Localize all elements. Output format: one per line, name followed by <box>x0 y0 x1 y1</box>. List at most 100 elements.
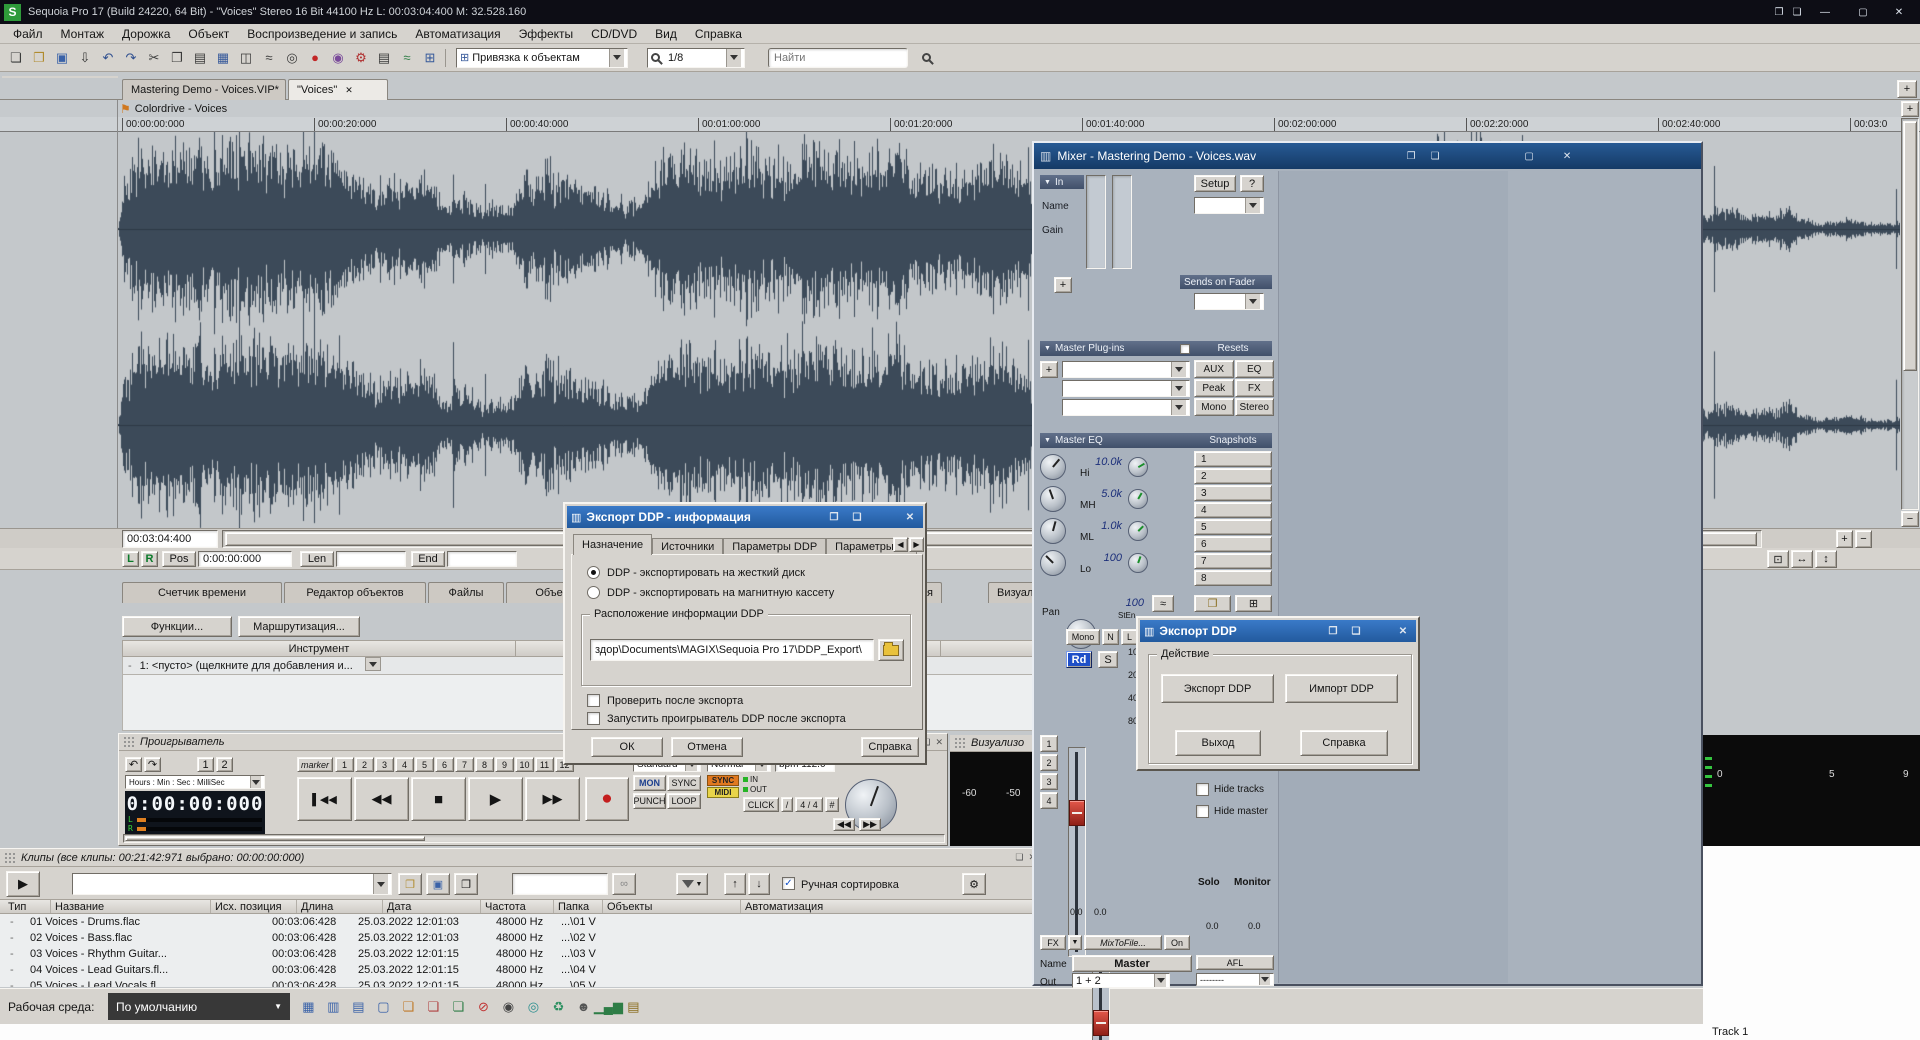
layout-rows-icon[interactable]: ▤ <box>348 997 368 1017</box>
exit-button[interactable]: Выход <box>1175 730 1261 756</box>
window-red-icon[interactable]: ❏ <box>423 997 443 1017</box>
fx-dropdown-button[interactable]: ▼ <box>1068 935 1082 950</box>
master-plugins-header[interactable]: ▼Master Plug-ins <box>1040 341 1194 356</box>
nudge-right-button[interactable]: ▶▶ <box>859 818 881 831</box>
go-start-button[interactable]: ▌◀◀ <box>297 777 352 821</box>
mixer-close-icon[interactable]: ✕ <box>1558 149 1576 164</box>
range-2-button[interactable]: 2 <box>216 757 233 772</box>
instrument-dropdown-icon[interactable] <box>365 657 381 671</box>
ddp-info-titlebar[interactable]: ▥ Экспорт DDP - информация ❐ ❏ ✕ <box>567 506 923 528</box>
workspace-select[interactable]: По умолчанию ▼ <box>108 993 290 1020</box>
tab-close-icon[interactable]: ✕ <box>345 85 353 96</box>
input-fader-l[interactable] <box>1086 175 1106 269</box>
object-marker-flag-icon[interactable]: ⚑ <box>120 102 131 116</box>
fit-horizontal-button[interactable]: ↔ <box>1791 550 1813 568</box>
dialog-tab[interactable]: Источники <box>652 538 723 555</box>
punch-button[interactable]: PUNCH <box>633 793 666 809</box>
monitor-icon[interactable]: ◉ <box>327 48 349 68</box>
users-icon[interactable]: ☻ <box>573 997 593 1017</box>
menubar-item[interactable]: Эффекты <box>510 27 583 41</box>
layout-columns-icon[interactable]: ▥ <box>323 997 343 1017</box>
hide-tracks-checkbox[interactable] <box>1196 783 1209 796</box>
dock-window-icon[interactable]: ❐ <box>1770 5 1788 20</box>
undo-icon[interactable]: ↶ <box>97 48 119 68</box>
transport-close-icon[interactable]: ✕ <box>935 737 943 748</box>
col-name[interactable]: Название <box>50 900 104 913</box>
settings-gear-icon[interactable]: ⚙ <box>350 48 372 68</box>
object-label[interactable]: Colordrive - Voices <box>135 103 227 115</box>
time-ruler[interactable]: 00:00:00:00000:00:20:00000:00:40:00000:0… <box>0 117 1920 132</box>
clips-play-button[interactable]: ▶ <box>6 871 40 897</box>
monitor-mode-select[interactable]: -------- <box>1196 973 1274 986</box>
strip-out-select[interactable]: 1 + 2 <box>1072 973 1170 988</box>
menubar-item[interactable]: Вид <box>646 27 686 41</box>
radio-harddisk[interactable] <box>587 566 600 579</box>
add-tab-button[interactable]: + <box>1897 80 1917 98</box>
master-fader-l[interactable] <box>1068 747 1086 957</box>
eq-gain-knob[interactable] <box>1128 553 1148 573</box>
col-src-position[interactable]: Исх. позиция <box>210 900 282 913</box>
export-ddp-button[interactable]: Экспорт DDP <box>1161 674 1274 703</box>
reset-button[interactable]: Stereo <box>1235 398 1275 416</box>
clips-open-button[interactable]: ❐ <box>398 873 422 895</box>
player-checkbox[interactable] <box>587 712 600 725</box>
marker-button[interactable]: 1 <box>335 757 354 772</box>
snap-grid-icon[interactable]: ⊞ <box>419 48 441 68</box>
menubar-item[interactable]: Воспроизведение и запись <box>238 27 406 41</box>
manager-tab-files[interactable]: Файлы <box>428 582 504 603</box>
click-button[interactable]: CLICK <box>743 797 779 812</box>
recycle-icon[interactable]: ♻ <box>548 997 568 1017</box>
eq-freq-knob[interactable] <box>1040 550 1066 576</box>
menubar-item[interactable]: Монтаж <box>52 27 114 41</box>
sends-select[interactable] <box>1194 293 1264 310</box>
metronome-settings-button[interactable]: # <box>825 797 839 812</box>
dialog-close-icon[interactable]: ✕ <box>901 510 919 525</box>
copy-icon[interactable]: ❐ <box>166 48 188 68</box>
project-tab-voices[interactable]: "Voices"✕ <box>288 79 388 100</box>
sends-on-fader-header[interactable]: Sends on Fader <box>1180 275 1272 289</box>
clips-row[interactable]: - 03 Voices - Rhythm Guitar... 00:03:06:… <box>0 946 1040 962</box>
fader-cap-l[interactable] <box>1069 800 1085 826</box>
ddp-export-titlebar[interactable]: ▥ Экспорт DDP ❐ ❏ ✕ <box>1140 620 1416 642</box>
window-orange-icon[interactable]: ❏ <box>398 997 418 1017</box>
browse-folder-button[interactable] <box>878 639 904 661</box>
ddp-info-dialog[interactable]: ▥ Экспорт DDP - информация ❐ ❏ ✕ Назначе… <box>563 502 927 765</box>
snapshot-slot[interactable]: 5 <box>1194 519 1272 535</box>
tempo-slash-button[interactable]: / <box>781 797 793 812</box>
export-icon[interactable]: ⇩ <box>74 48 96 68</box>
reset-button[interactable]: Peak <box>1194 379 1234 397</box>
layout-single-icon[interactable]: ▢ <box>373 997 393 1017</box>
len-value[interactable] <box>336 551 406 567</box>
project-tab-vip[interactable]: Mastering Demo - Voices.VIP* <box>122 79 286 100</box>
snapshot-slot[interactable]: 1 <box>1194 451 1272 467</box>
window-green-icon[interactable]: ❏ <box>448 997 468 1017</box>
clips-filter-button[interactable]: ▼ <box>676 873 708 895</box>
afl-button[interactable]: AFL <box>1196 955 1274 970</box>
menubar-item[interactable]: Дорожка <box>113 27 179 41</box>
ok-button[interactable]: ОК <box>591 737 663 757</box>
reset-button[interactable]: EQ <box>1235 360 1275 378</box>
mixer-setup-select[interactable] <box>1194 197 1264 214</box>
dialog-dock-icon[interactable]: ❐ <box>1324 624 1342 639</box>
mixer-help-button[interactable]: ? <box>1240 175 1264 192</box>
marker-button[interactable]: 11 <box>535 757 554 772</box>
drag-handle-icon[interactable] <box>954 737 966 749</box>
forward-button[interactable]: ▶▶ <box>525 777 580 821</box>
input-plugin-add-button[interactable]: + <box>1054 277 1072 293</box>
dialog-close-icon[interactable]: ✕ <box>1394 624 1412 639</box>
marker-button[interactable]: 2 <box>355 757 374 772</box>
mon-button[interactable]: MON <box>633 775 666 791</box>
menubar-item[interactable]: Автоматизация <box>406 27 509 41</box>
transport-scrollbar[interactable] <box>123 834 945 843</box>
functions-button[interactable]: Функции... <box>122 616 232 637</box>
input-fader-r[interactable] <box>1112 175 1132 269</box>
search-input[interactable] <box>768 48 908 68</box>
time-signature-button[interactable]: 4 / 4 <box>795 797 823 812</box>
on-button[interactable]: On <box>1164 935 1190 950</box>
eq-gain-knob[interactable] <box>1128 521 1148 541</box>
mixer-dock-icon[interactable]: ❐ <box>1402 149 1420 164</box>
range-1-button[interactable]: 1 <box>197 757 214 772</box>
col-date[interactable]: Дата <box>382 900 411 913</box>
mono-button[interactable]: Mono <box>1066 629 1100 645</box>
minimize-button[interactable]: — <box>1806 5 1844 20</box>
